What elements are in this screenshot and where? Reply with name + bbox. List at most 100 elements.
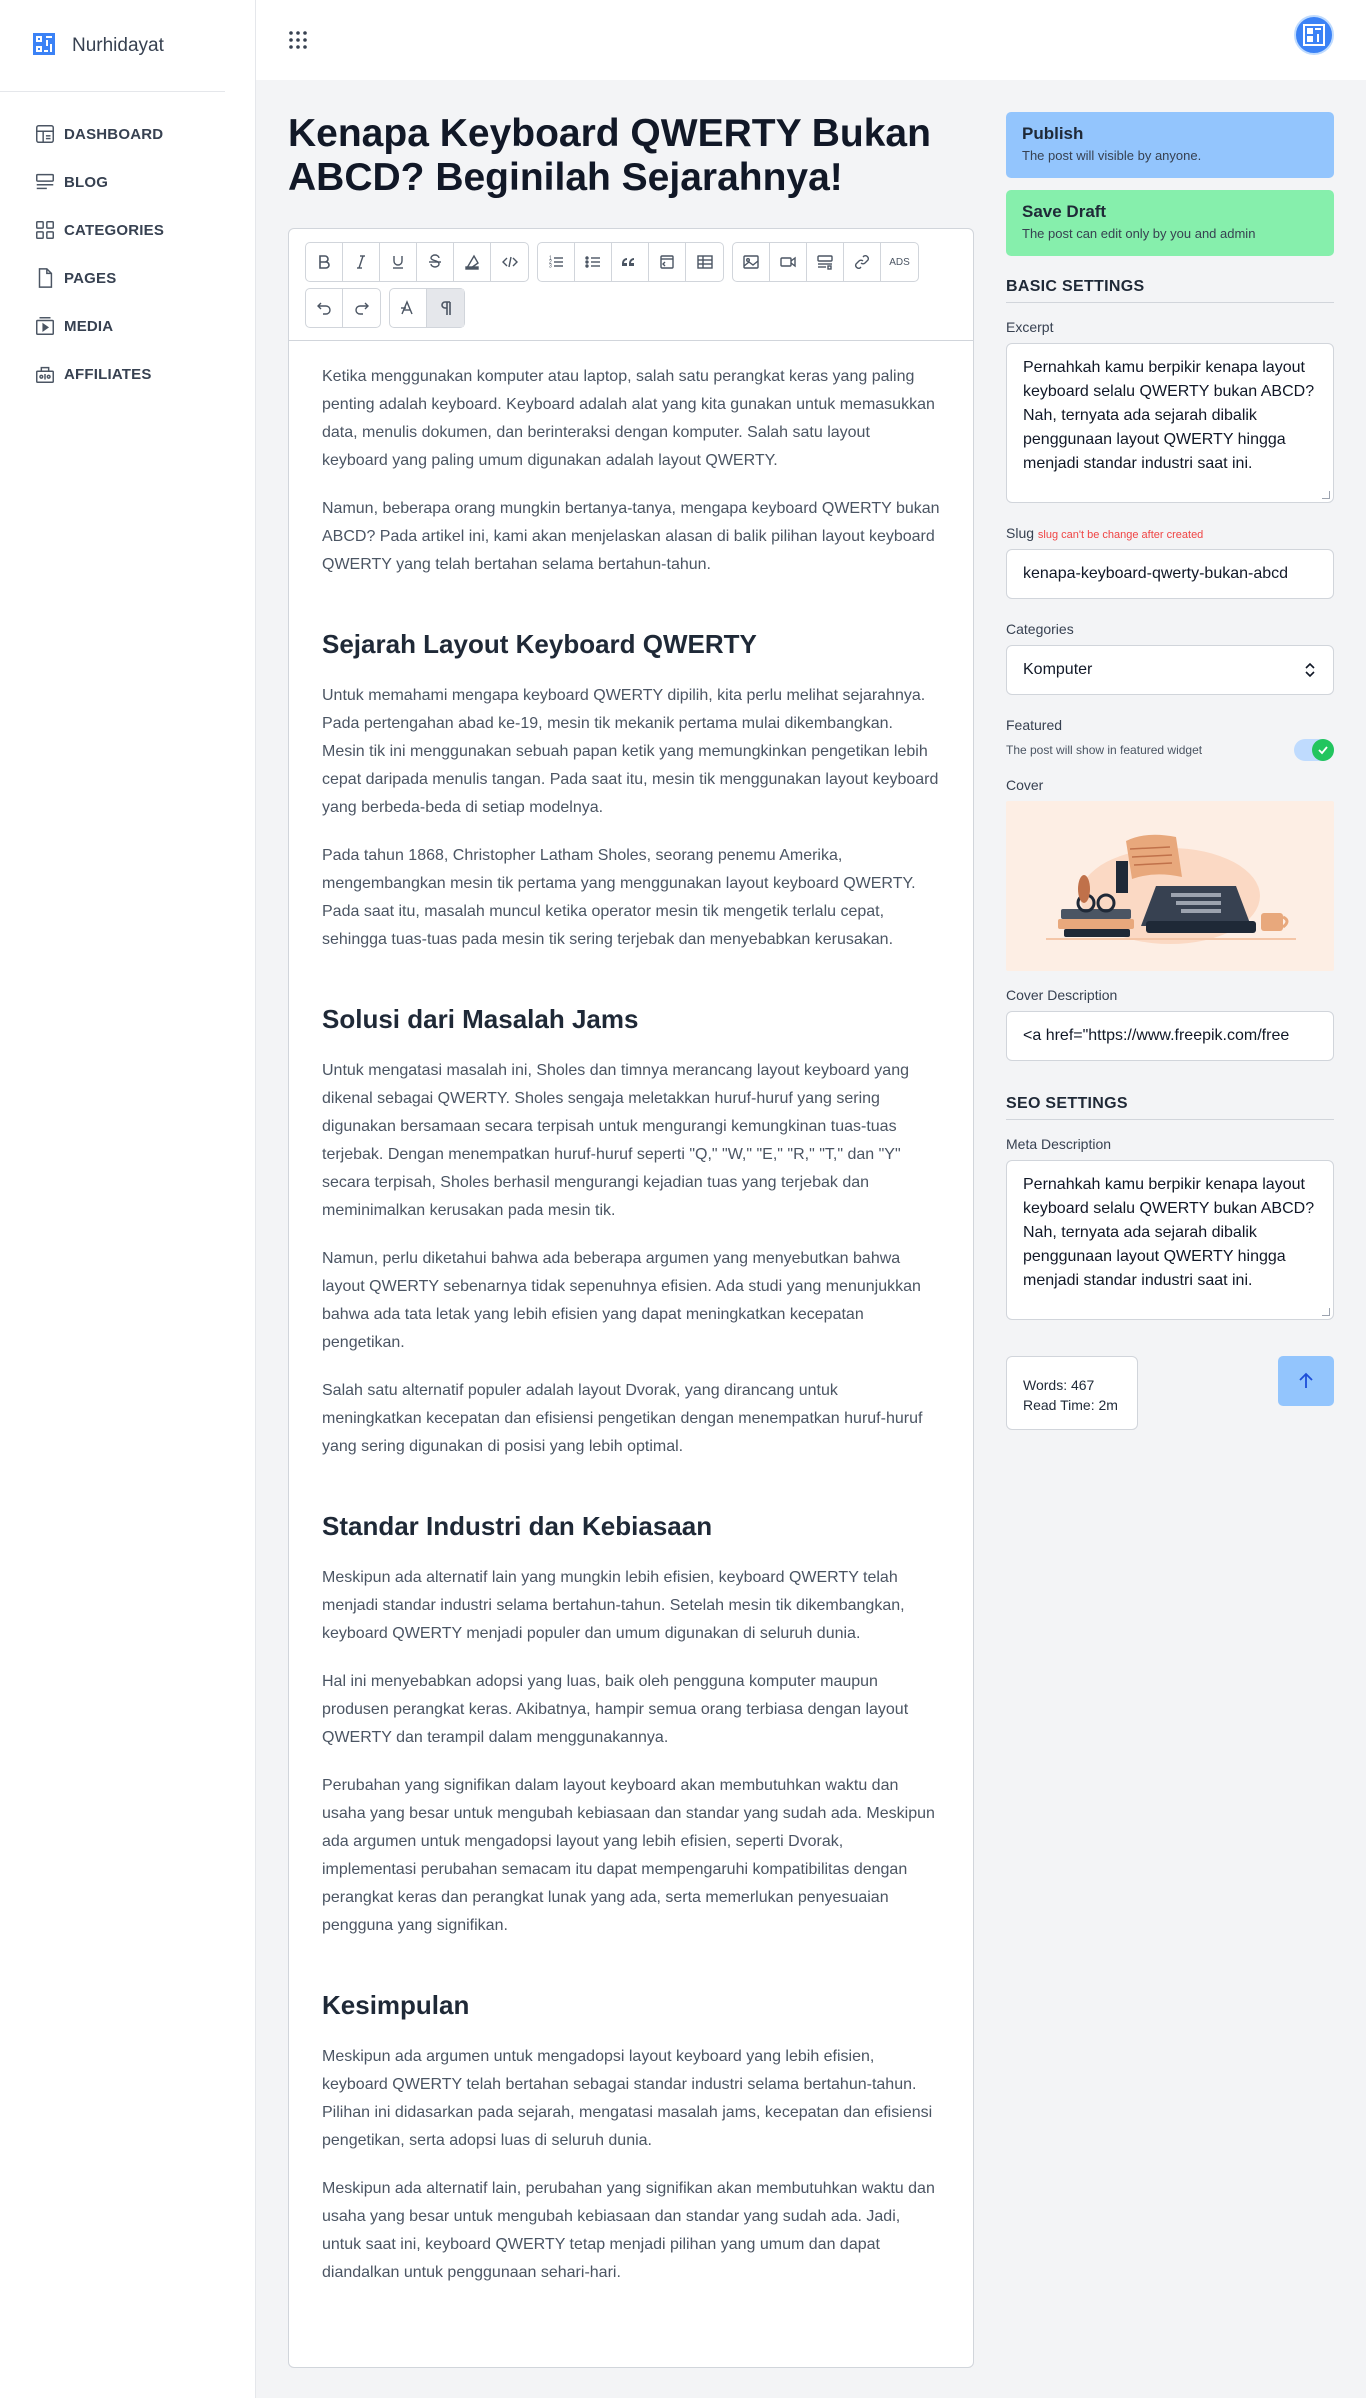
paragraph: Namun, beberapa orang mungkin bertanya-t… bbox=[322, 500, 940, 573]
code-button[interactable] bbox=[491, 243, 528, 281]
publish-button[interactable]: Publish The post will visible by anyone. bbox=[1006, 112, 1334, 178]
redo-icon bbox=[354, 302, 369, 315]
video-button[interactable] bbox=[770, 243, 807, 281]
clear-format-button[interactable] bbox=[390, 289, 427, 327]
code-icon bbox=[501, 256, 518, 268]
code-block-button[interactable] bbox=[649, 243, 686, 281]
user-avatar-icon bbox=[1303, 24, 1325, 46]
logo-icon bbox=[32, 32, 56, 60]
slug-label-row: Slug slug can't be change after created bbox=[1006, 525, 1334, 541]
undo-icon bbox=[317, 302, 331, 315]
sidebar-item-label: AFFILIATES bbox=[64, 365, 152, 383]
link-icon bbox=[855, 255, 869, 269]
sidebar-item-blog[interactable]: BLOG bbox=[0, 158, 255, 206]
blog-icon bbox=[36, 173, 54, 190]
draft-subtitle: The post can edit only by you and admin bbox=[1022, 226, 1256, 241]
featured-row: The post will show in featured widget bbox=[1006, 739, 1334, 761]
scroll-top-button[interactable] bbox=[1278, 1356, 1334, 1406]
apps-grid-icon[interactable] bbox=[286, 28, 310, 52]
sidebar-item-media[interactable]: MEDIA bbox=[0, 302, 255, 350]
settings-panel: Publish The post will visible by anyone.… bbox=[1006, 112, 1334, 1430]
cover-description-value: <a href="https://www.freepik.com/free bbox=[1023, 1027, 1290, 1044]
ordered-list-button[interactable]: 123 bbox=[538, 243, 575, 281]
underline-icon bbox=[393, 256, 403, 269]
stats-row: Words: 467 Read Time: 2m bbox=[1006, 1356, 1334, 1430]
insert-group: ADS bbox=[732, 242, 919, 282]
dashboard-icon bbox=[36, 125, 54, 143]
italic-button[interactable] bbox=[343, 243, 380, 281]
paragraph: Hal ini menyebabkan adopsi yang luas, ba… bbox=[322, 1673, 909, 1746]
sidebar-item-affiliates[interactable]: AFFILIATES bbox=[0, 350, 255, 398]
history-group bbox=[305, 288, 381, 328]
embed-button[interactable] bbox=[807, 243, 844, 281]
paragraph: Meskipun ada argumen untuk mengadopsi la… bbox=[322, 2048, 933, 2149]
publish-subtitle: The post will visible by anyone. bbox=[1022, 148, 1202, 163]
meta-description-value: Pernahkah kamu berpikir kenapa layout ke… bbox=[1023, 1176, 1315, 1289]
meta-description-field[interactable]: Pernahkah kamu berpikir kenapa layout ke… bbox=[1006, 1160, 1334, 1320]
redo-button[interactable] bbox=[343, 289, 380, 327]
sidebar-item-pages[interactable]: PAGES bbox=[0, 254, 255, 302]
media-icon bbox=[36, 317, 54, 335]
featured-hint: The post will show in featured widget bbox=[1006, 743, 1203, 757]
avatar[interactable] bbox=[1294, 15, 1334, 55]
top-bar bbox=[256, 0, 1366, 80]
code-block-icon bbox=[660, 255, 674, 269]
categories-select[interactable]: Komputer bbox=[1006, 645, 1334, 695]
link-button[interactable] bbox=[844, 243, 881, 281]
slug-hint: slug can't be change after created bbox=[1037, 529, 1204, 541]
brand[interactable]: Nurhidayat bbox=[0, 0, 225, 92]
excerpt-field[interactable]: Pernahkah kamu berpikir kenapa layout ke… bbox=[1006, 343, 1334, 503]
underline-button[interactable] bbox=[380, 243, 417, 281]
sidebar-item-dashboard[interactable]: DASHBOARD bbox=[0, 110, 255, 158]
paragraph: Perubahan yang signifikan dalam layout k… bbox=[322, 1777, 935, 1934]
save-draft-button[interactable]: Save Draft The post can edit only by you… bbox=[1006, 190, 1334, 256]
strikethrough-button[interactable] bbox=[417, 243, 454, 281]
ads-button[interactable]: ADS bbox=[881, 243, 918, 281]
slug-field[interactable]: kenapa-keyboard-qwerty-bukan-abcd bbox=[1006, 549, 1334, 599]
image-button[interactable] bbox=[733, 243, 770, 281]
italic-icon bbox=[357, 255, 365, 269]
undo-button[interactable] bbox=[306, 289, 343, 327]
resize-handle-icon[interactable] bbox=[1322, 1308, 1330, 1316]
page-icon bbox=[38, 268, 53, 288]
check-icon bbox=[1312, 739, 1334, 761]
ads-label: ADS bbox=[889, 256, 910, 268]
excerpt-value: Pernahkah kamu berpikir kenapa layout ke… bbox=[1023, 359, 1315, 472]
paragraph-marks-button[interactable] bbox=[427, 289, 464, 327]
basic-settings-heading: BASIC SETTINGS bbox=[1006, 278, 1334, 303]
paragraph: Meskipun ada alternatif lain, perubahan … bbox=[322, 2180, 935, 2281]
text-color-button[interactable] bbox=[454, 243, 491, 281]
read-time: Read Time: 2m bbox=[1023, 1397, 1118, 1413]
cover-description-field[interactable]: <a href="https://www.freepik.com/free bbox=[1006, 1011, 1334, 1061]
table-icon bbox=[696, 255, 713, 269]
categories-icon bbox=[36, 221, 54, 239]
sidebar-item-label: PAGES bbox=[64, 269, 117, 287]
table-button[interactable] bbox=[686, 243, 723, 281]
editor-content[interactable]: Ketika menggunakan komputer atau laptop,… bbox=[289, 341, 973, 2287]
video-icon bbox=[780, 256, 796, 268]
post-title[interactable]: Kenapa Keyboard QWERTY Bukan ABCD? Begin… bbox=[288, 112, 974, 200]
cover-label: Cover bbox=[1006, 777, 1044, 793]
bullet-list-button[interactable] bbox=[575, 243, 612, 281]
categories-label: Categories bbox=[1006, 621, 1074, 637]
resize-handle-icon[interactable] bbox=[1322, 491, 1330, 499]
sidebar-item-categories[interactable]: CATEGORIES bbox=[0, 206, 255, 254]
image-icon bbox=[743, 255, 759, 269]
seo-settings-heading: SEO SETTINGS bbox=[1006, 1095, 1334, 1120]
paragraph: Untuk memahami mengapa keyboard QWERTY d… bbox=[322, 687, 939, 816]
cover-image[interactable] bbox=[1006, 801, 1334, 971]
section-heading: Kesimpulan bbox=[322, 1990, 470, 2020]
paragraph: Pada tahun 1868, Christopher Latham Shol… bbox=[322, 847, 916, 948]
editor-toolbar: 123 ADS bbox=[289, 229, 973, 341]
categories-value: Komputer bbox=[1023, 661, 1093, 678]
slug-value: kenapa-keyboard-qwerty-bukan-abcd bbox=[1023, 565, 1289, 582]
bold-button[interactable] bbox=[306, 243, 343, 281]
sidebar-item-label: DASHBOARD bbox=[64, 125, 164, 143]
sidebar: Nurhidayat DASHBOARD BLOG CATEGORIES PAG… bbox=[0, 0, 256, 2398]
paragraph: Salah satu alternatif populer adalah lay… bbox=[322, 1382, 923, 1455]
section-heading: Solusi dari Masalah Jams bbox=[322, 1004, 639, 1034]
view-group bbox=[389, 288, 465, 328]
clear-format-icon bbox=[401, 300, 413, 315]
featured-toggle[interactable] bbox=[1294, 739, 1334, 761]
blockquote-button[interactable] bbox=[612, 243, 649, 281]
